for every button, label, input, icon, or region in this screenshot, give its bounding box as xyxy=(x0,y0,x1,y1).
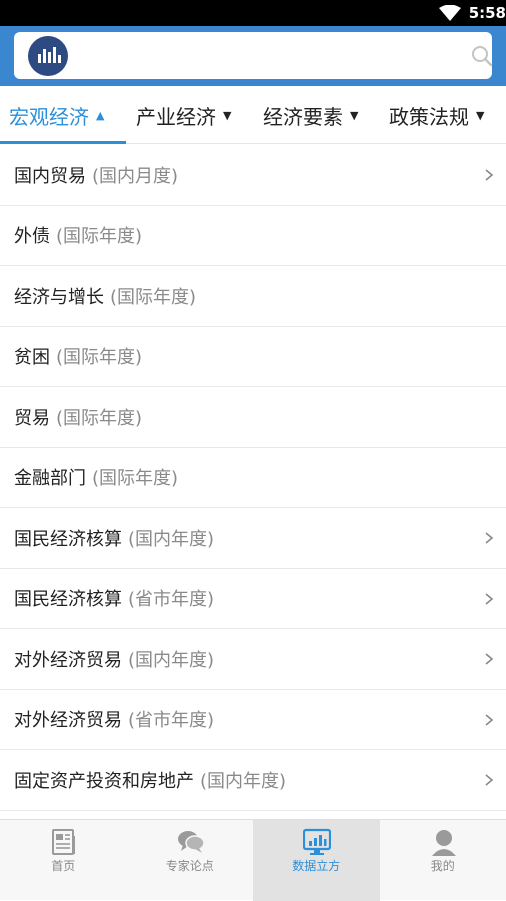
item-title: 经济与增长 xyxy=(14,283,104,309)
item-scope: (国际年度) xyxy=(110,283,196,309)
chat-bubbles-icon xyxy=(177,828,205,856)
tab-label: 政策法规 xyxy=(389,101,469,130)
item-title: 国内贸易 xyxy=(14,162,86,188)
item-title: 国民经济核算 xyxy=(14,585,122,611)
tab-industry-economy[interactable]: 产业经济 ▼ xyxy=(136,86,231,144)
item-scope: (国际年度) xyxy=(92,464,178,490)
caret-down-icon: ▼ xyxy=(350,109,358,122)
item-scope: (省市年度) xyxy=(128,706,214,732)
item-scope: (国际年度) xyxy=(56,404,142,430)
chevron-right-icon xyxy=(484,531,494,545)
item-title: 对外经济贸易 xyxy=(14,706,122,732)
list-item[interactable]: 外债(国际年度) xyxy=(0,206,506,267)
item-title: 金融部门 xyxy=(14,464,86,490)
caret-up-icon: ▲ xyxy=(96,109,104,122)
nav-label: 我的 xyxy=(380,857,506,874)
user-icon xyxy=(430,828,458,856)
tab-label: 宏观经济 xyxy=(9,101,89,130)
monitor-chart-icon xyxy=(303,828,331,856)
nav-label: 数据立方 xyxy=(253,857,380,874)
nav-label: 首页 xyxy=(0,857,127,874)
chevron-right-icon xyxy=(484,713,494,727)
document-icon xyxy=(50,828,78,856)
item-title: 固定资产投资和房地产 xyxy=(14,767,194,793)
search-icon[interactable] xyxy=(471,45,493,67)
active-tab-indicator xyxy=(0,141,126,144)
item-title: 对外经济贸易 xyxy=(14,646,122,672)
item-title: 贸易 xyxy=(14,404,50,430)
tab-label: 产业经济 xyxy=(136,101,216,130)
list-item[interactable]: 固定资产投资和房地产(国内年度) xyxy=(0,750,506,811)
chevron-right-icon xyxy=(484,652,494,666)
nav-expert-opinions[interactable]: 专家论点 xyxy=(127,820,254,901)
top-header xyxy=(0,26,506,86)
search-box[interactable] xyxy=(14,32,492,79)
tab-economic-factors[interactable]: 经济要素 ▼ xyxy=(263,86,358,144)
list-item[interactable]: 国内贸易(国内月度) xyxy=(0,145,506,206)
tab-macro-economy[interactable]: 宏观经济 ▲ xyxy=(9,86,104,144)
list-item[interactable]: 经济与增长(国际年度) xyxy=(0,266,506,327)
list-item[interactable]: 贸易(国际年度) xyxy=(0,387,506,448)
list-item[interactable]: 国民经济核算(省市年度) xyxy=(0,569,506,630)
status-time: 5:58 xyxy=(466,4,506,22)
item-scope: (国际年度) xyxy=(56,222,142,248)
list-item[interactable]: 贫困(国际年度) xyxy=(0,327,506,388)
item-title: 国民经济核算 xyxy=(14,525,122,551)
wifi-icon xyxy=(439,5,461,21)
caret-down-icon: ▼ xyxy=(223,109,231,122)
item-scope: (国内年度) xyxy=(200,767,286,793)
list-item[interactable]: 对外经济贸易(省市年度) xyxy=(0,690,506,751)
caret-down-icon: ▼ xyxy=(476,109,484,122)
chevron-right-icon xyxy=(484,773,494,787)
item-title: 贫困 xyxy=(14,343,50,369)
item-scope: (国际年度) xyxy=(56,343,142,369)
nav-home[interactable]: 首页 xyxy=(0,820,127,901)
chart-logo-icon xyxy=(28,36,68,76)
list-item[interactable]: 国民经济核算(国内年度) xyxy=(0,508,506,569)
status-bar: 5:58 xyxy=(0,0,506,26)
nav-profile[interactable]: 我的 xyxy=(380,820,506,901)
category-tabs: 宏观经济 ▲ 产业经济 ▼ 经济要素 ▼ 政策法规 ▼ xyxy=(0,86,506,144)
bottom-navigation: 首页 专家论点 数据立方 我的 xyxy=(0,819,506,900)
tab-policy-regulations[interactable]: 政策法规 ▼ xyxy=(389,86,484,144)
chevron-right-icon xyxy=(484,168,494,182)
nav-label: 专家论点 xyxy=(127,857,254,874)
item-scope: (国内年度) xyxy=(128,646,214,672)
data-category-list: 国内贸易(国内月度) 外债(国际年度) 经济与增长(国际年度) 贫困(国际年度)… xyxy=(0,145,506,811)
list-item[interactable]: 对外经济贸易(国内年度) xyxy=(0,629,506,690)
item-scope: (省市年度) xyxy=(128,585,214,611)
chevron-right-icon xyxy=(484,592,494,606)
nav-data-cube[interactable]: 数据立方 xyxy=(253,820,380,901)
item-scope: (国内月度) xyxy=(92,162,178,188)
tab-label: 经济要素 xyxy=(263,101,343,130)
item-scope: (国内年度) xyxy=(128,525,214,551)
item-title: 外债 xyxy=(14,222,50,248)
list-item[interactable]: 金融部门(国际年度) xyxy=(0,448,506,509)
